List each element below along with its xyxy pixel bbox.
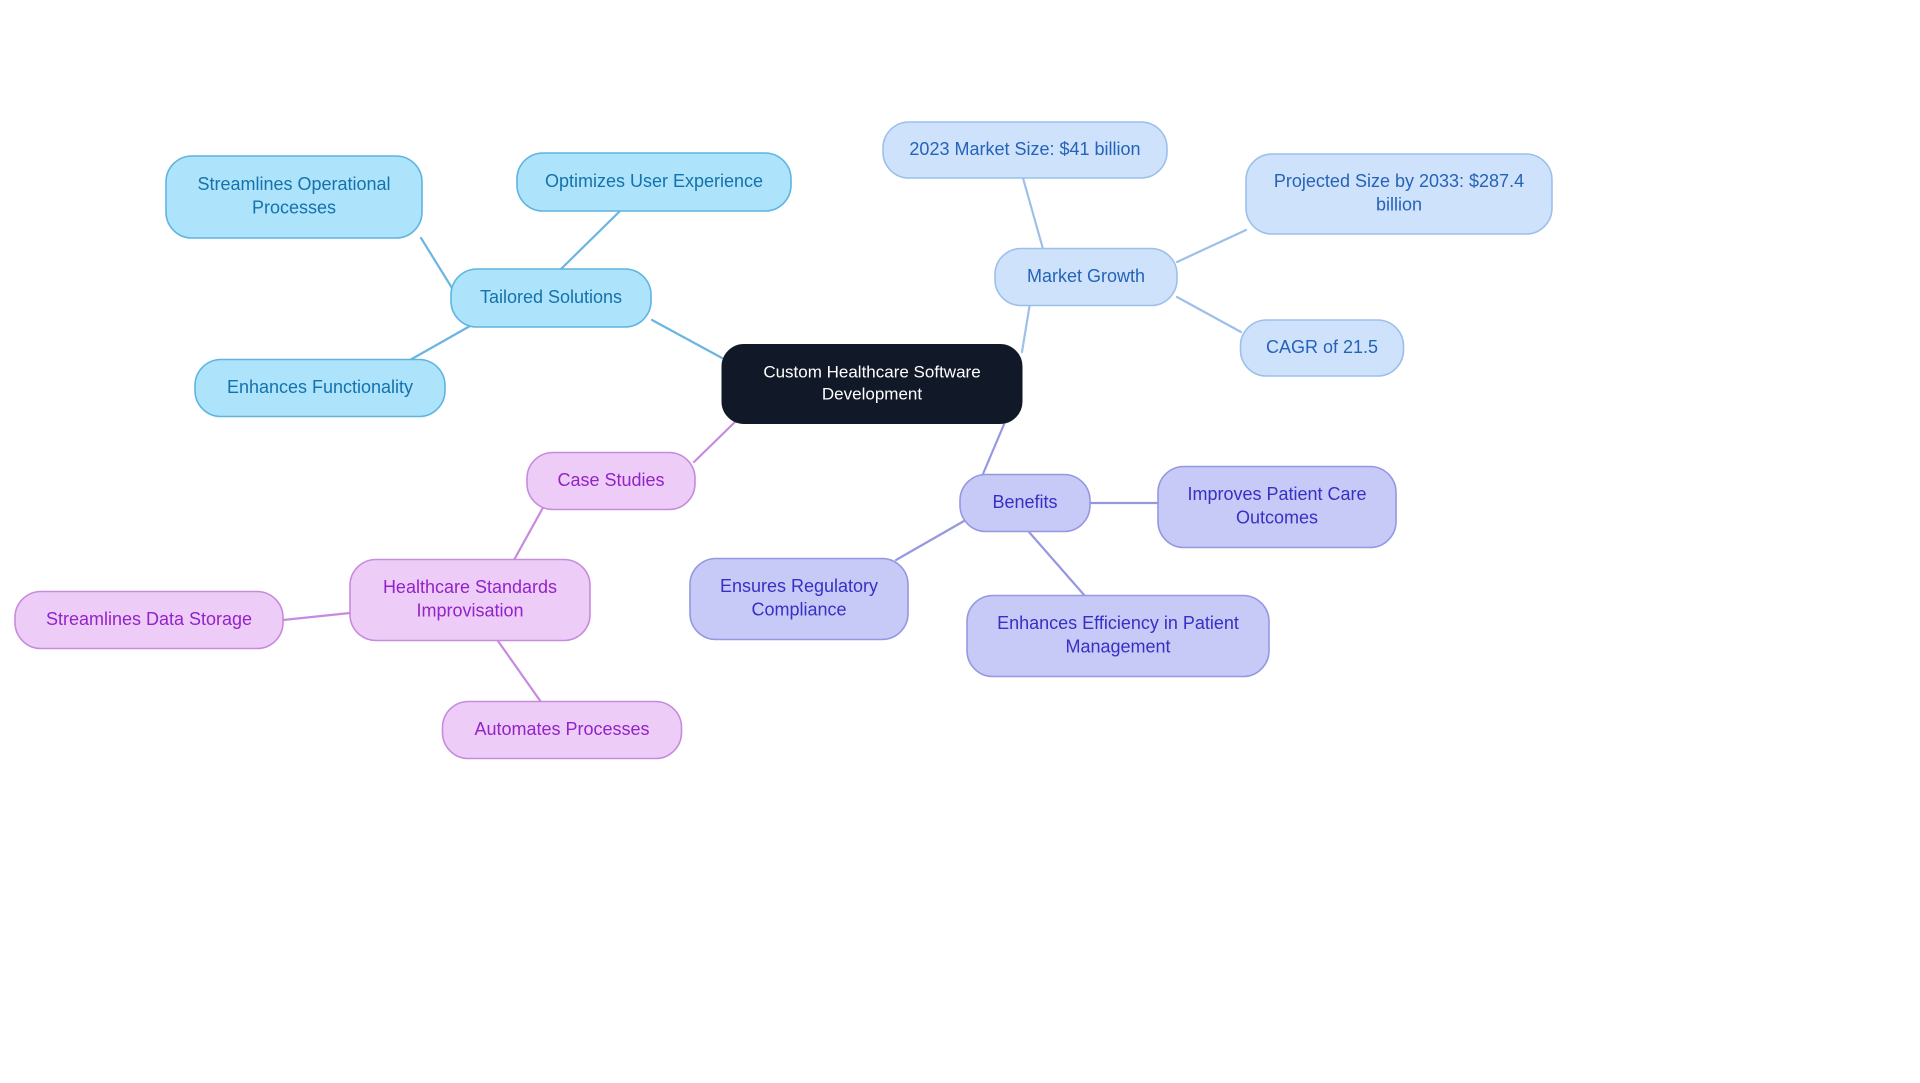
mindmap-edge <box>894 519 966 562</box>
mindmap-edge <box>1175 228 1248 264</box>
mindmap-edge <box>558 209 622 272</box>
node-label-streamlines-operational-processes: Streamlines Operational <box>197 174 390 194</box>
mindmap-node-cagr[interactable]: CAGR of 21.5 <box>1239 319 1405 377</box>
mindmap-node-improves-patient-care-outcomes[interactable]: Improves Patient Care Outcomes <box>1157 465 1397 549</box>
mindmap-edge <box>1027 530 1087 598</box>
node-label-healthcare-standards-improvisation: Improvisation <box>416 601 523 621</box>
mindmap-node-enhances-functionality[interactable]: Enhances Functionality <box>194 358 446 418</box>
node-label-tailored-solutions: Tailored Solutions <box>480 287 622 307</box>
mindmap-node-optimizes-user-experience[interactable]: Optimizes User Experience <box>516 152 792 212</box>
node-label-cagr: CAGR of 21.5 <box>1266 337 1378 357</box>
mindmap-edge <box>512 502 547 562</box>
mindmap-node-root[interactable]: Custom Healthcare Software Development <box>721 344 1023 424</box>
mindmap-node-healthcare-standards-improvisation[interactable]: Healthcare Standards Improvisation <box>349 558 591 642</box>
node-label-healthcare-standards-improvisation: Healthcare Standards <box>383 577 557 597</box>
mindmap-edge <box>692 418 739 464</box>
mindmap-edge <box>1020 301 1032 354</box>
mindmap-node-streamlines-data-storage[interactable]: Streamlines Data Storage <box>14 590 284 650</box>
node-label-ensures-regulatory-compliance: Ensures Regulatory <box>720 576 878 596</box>
mindmap-edge <box>1021 176 1045 251</box>
nodes-layer: Tailored Solutions Streamlines Operationa… <box>14 121 1553 760</box>
mindmap-node-enhances-efficiency-patient-management[interactable]: Enhances Efficiency in Patient Management <box>966 594 1270 678</box>
node-label-enhances-efficiency-patient-management: Management <box>1065 637 1170 657</box>
mindmap-edge <box>1175 295 1243 334</box>
node-label-automates-processes: Automates Processes <box>474 719 649 739</box>
node-label-streamlines-operational-processes: Processes <box>252 198 336 218</box>
node-label-improves-patient-care-outcomes: Improves Patient Care <box>1187 484 1366 504</box>
node-label-market-size-2023: 2023 Market Size: $41 billion <box>909 139 1140 159</box>
node-label-enhances-efficiency-patient-management: Enhances Efficiency in Patient <box>997 613 1239 633</box>
node-label-ensures-regulatory-compliance: Compliance <box>751 600 846 620</box>
mindmap-edge <box>419 236 454 290</box>
mindmap-edge <box>496 639 543 704</box>
mindmap-node-projected-size-2033[interactable]: Projected Size by 2033: $287.4 billion <box>1245 153 1553 235</box>
mindmap-node-market-growth[interactable]: Market Growth <box>994 247 1178 307</box>
node-label-benefits: Benefits <box>992 492 1057 512</box>
mindmap-edge <box>978 420 1007 483</box>
node-label-market-growth: Market Growth <box>1027 266 1145 286</box>
node-label-optimizes-user-experience: Optimizes User Experience <box>545 171 763 191</box>
node-label-improves-patient-care-outcomes: Outcomes <box>1236 508 1318 528</box>
mindmap-edge <box>281 611 352 622</box>
node-label-root: Development <box>822 385 922 404</box>
mindmap-edge <box>408 324 472 362</box>
mindmap-node-ensures-regulatory-compliance[interactable]: Ensures Regulatory Compliance <box>689 557 909 641</box>
mindmap-node-tailored-solutions[interactable]: Tailored Solutions <box>450 268 652 328</box>
mindmap-node-automates-processes[interactable]: Automates Processes <box>441 700 683 760</box>
mindmap-node-streamlines-operational-processes[interactable]: Streamlines Operational Processes <box>165 155 423 239</box>
mindmap-node-case-studies[interactable]: Case Studies <box>526 451 696 511</box>
node-label-projected-size-2033: billion <box>1376 195 1422 215</box>
mindmap-node-benefits[interactable]: Benefits <box>959 473 1091 533</box>
node-label-streamlines-data-storage: Streamlines Data Storage <box>46 609 252 629</box>
mindmap-node-market-size-2023[interactable]: 2023 Market Size: $41 billion <box>882 121 1168 179</box>
node-label-root: Custom Healthcare Software <box>763 362 980 381</box>
mindmap-edge <box>650 318 724 360</box>
node-label-projected-size-2033: Projected Size by 2033: $287.4 <box>1274 171 1524 191</box>
node-label-enhances-functionality: Enhances Functionality <box>227 377 413 397</box>
mindmap-canvas: Tailored Solutions Streamlines Operationa… <box>0 0 1920 1083</box>
mindmap-svg: Tailored Solutions Streamlines Operationa… <box>14 121 1553 760</box>
node-label-case-studies: Case Studies <box>557 470 664 490</box>
